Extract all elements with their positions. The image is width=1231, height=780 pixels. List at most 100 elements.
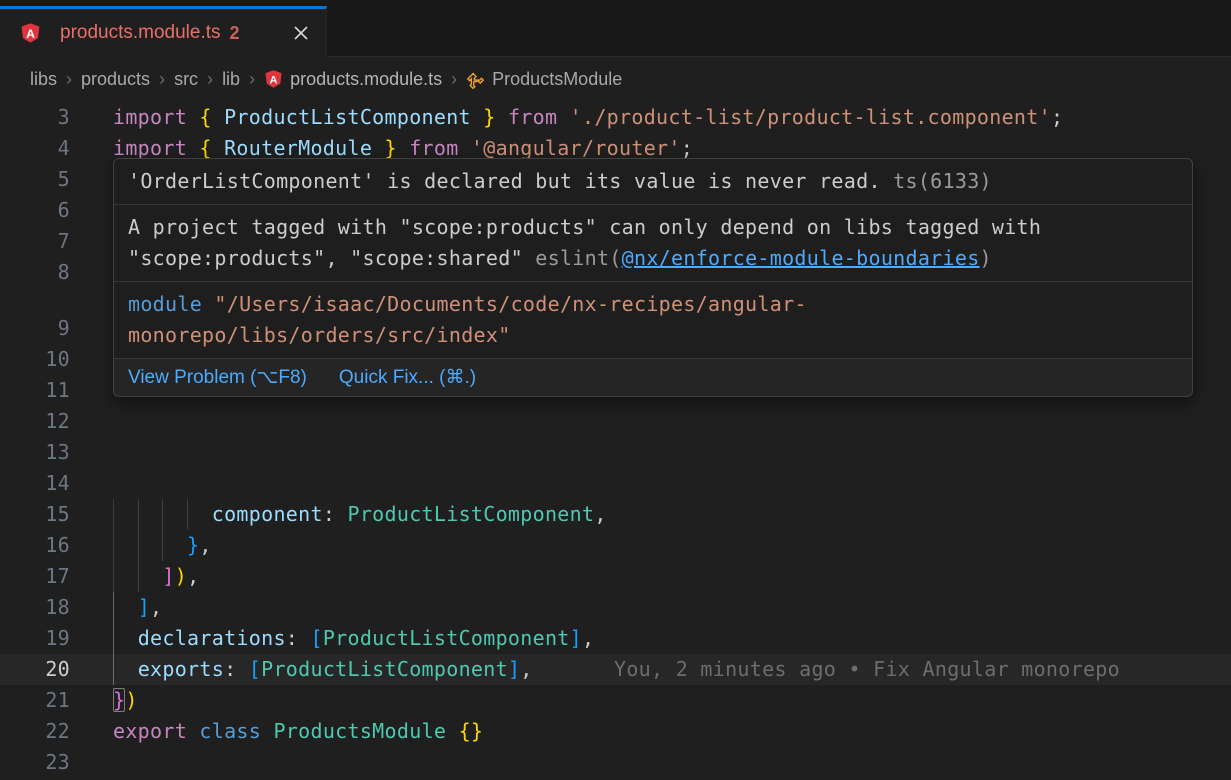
token: , [582,626,594,650]
code-text: ]), [113,561,199,592]
token: ] [138,595,150,619]
breadcrumb-file[interactable]: products.module.ts [290,69,442,90]
token: from [409,136,458,160]
hover-line: module "/Users/isaac/Documents/code/nx-r… [128,289,1178,320]
code-line-3[interactable]: import { ProductListComponent } from './… [0,102,1231,133]
token: ; [681,136,693,160]
token [187,136,199,160]
token [187,719,199,743]
code-line-12[interactable] [0,406,1231,437]
hover-text: eslint( [535,246,621,270]
token: ; [1051,105,1063,129]
token: { [199,105,211,129]
token: ProductListComponent [261,657,508,681]
breadcrumb-separator: › [159,69,165,90]
token: , [520,657,532,681]
token: , [594,502,606,526]
breadcrumb: libs › products › src › lib › Aproducts.module.t… [0,58,1231,100]
code-line-19[interactable]: declarations: [ProductListComponent], [0,623,1231,654]
token: class [199,719,261,743]
code-line-13[interactable] [0,437,1231,468]
angular-icon: A [20,22,41,44]
code-line-23[interactable] [0,747,1231,778]
hover-line: A project tagged with "scope:products" c… [128,212,1178,243]
token [471,105,483,129]
code-line-22[interactable]: export class ProductsModule {} [0,716,1231,747]
svg-text:A: A [26,27,35,41]
code-line-17[interactable]: ]), [0,561,1231,592]
token: [ [310,626,322,650]
code-text: }) [113,685,138,716]
code-line-18[interactable]: ], [0,592,1231,623]
token [557,105,569,129]
hover-text: 'OrderListComponent' is declared but its… [128,169,893,193]
hover-text: monorepo/libs/orders/src/index" [128,323,511,347]
hover-text: ) [980,246,992,270]
code-line-15[interactable]: component: ProductListComponent, [0,499,1231,530]
token: import [113,105,187,129]
token: { [199,136,211,160]
breadcrumb-separator: › [249,69,255,90]
tab-products-module[interactable]: A products.module.ts 2 [0,6,327,57]
class-symbol-icon [466,70,485,89]
token: declarations [138,626,286,650]
breadcrumb-separator: › [207,69,213,90]
token [372,136,384,160]
token: exports [138,657,224,681]
token: } [483,105,495,129]
token: : [286,626,311,650]
code-text: export class ProductsModule {} [113,716,483,747]
hover-text: module [128,292,214,316]
hover-text: A project tagged with "scope:products" c… [128,215,1041,239]
token: export [113,719,187,743]
token: ] [570,626,582,650]
token: ] [162,564,174,588]
token: : [224,657,249,681]
tab-bar: A products.module.ts 2 [0,0,1231,57]
view-problem-link[interactable]: View Problem (⌥F8) [128,366,307,389]
git-blame-annotation: You, 2 minutes ago • Fix Angular monorep… [614,654,1120,685]
code-line-21[interactable]: }) [0,685,1231,716]
eslint-rule-link[interactable]: @nx/enforce-module-boundaries [622,246,980,270]
token: ) [125,688,137,712]
token: [ [249,657,261,681]
token: : [323,502,348,526]
token [397,136,409,160]
hover-text: ts(6133) [893,169,992,193]
hover-section-module-info: module "/Users/isaac/Documents/code/nx-r… [114,282,1192,359]
breadcrumb-item-src[interactable]: src [174,69,198,90]
token [113,502,212,526]
code-text: component: ProductListComponent, [113,499,607,530]
token [261,719,273,743]
hover-section-eslint-diagnostic: A project tagged with "scope:products" c… [114,205,1192,282]
hover-line: "scope:products", "scope:shared" eslint(… [128,243,1178,274]
matched-bracket: } [113,688,125,712]
token: './product-list/product-list.component' [570,105,1051,129]
close-icon[interactable] [290,22,312,44]
breadcrumb-item-products[interactable]: products [81,69,150,90]
token [113,533,187,557]
breadcrumb-item-lib[interactable]: lib [222,69,240,90]
breadcrumb-item-libs[interactable]: libs [30,69,57,90]
vscode-window: A products.module.ts 2 libs › products › src… [0,0,1231,780]
quick-fix-link[interactable]: Quick Fix... (⌘.) [339,366,476,389]
svg-text:A: A [270,74,278,86]
token: RouterModule [224,136,372,160]
code-text: import { ProductListComponent } from './… [113,102,1063,133]
hover-line: monorepo/libs/orders/src/index" [128,320,1178,351]
token: , [199,533,211,557]
code-text: }, [113,530,212,561]
token: {} [459,719,484,743]
token [446,719,458,743]
token: from [508,105,557,129]
token: '@angular/router' [471,136,681,160]
breadcrumb-separator: › [451,69,457,90]
code-line-16[interactable]: }, [0,530,1231,561]
token [113,657,138,681]
token: ProductListComponent [323,626,570,650]
breadcrumb-separator: › [66,69,72,90]
code-line-20[interactable]: exports: [ProductListComponent],You, 2 m… [0,654,1231,685]
angular-icon: A [264,69,283,89]
code-line-14[interactable] [0,468,1231,499]
breadcrumb-symbol[interactable]: ProductsModule [492,69,622,90]
